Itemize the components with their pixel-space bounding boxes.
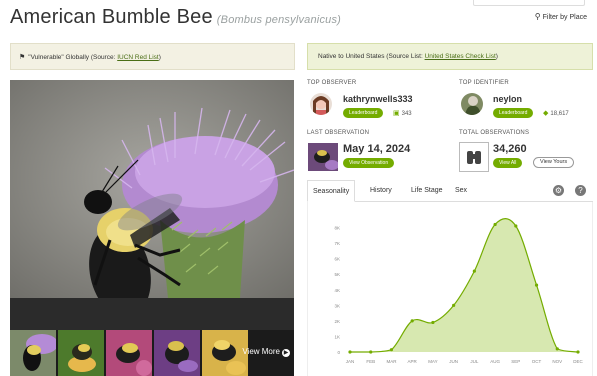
last-observation-thumbnail[interactable] [308,143,338,171]
y-tick-label: 4K [334,288,340,293]
identifier-leaderboard-button[interactable]: Leaderboard [493,108,534,118]
x-tick-label: MAY [428,359,437,364]
data-point-dec[interactable] [576,350,580,354]
identifier-count: ◆ 18,617 [543,109,569,117]
data-point-oct[interactable] [534,283,539,287]
x-tick-label: MAR [386,359,397,364]
data-point-sep[interactable] [514,224,518,228]
x-tick-label: JUN [449,359,458,364]
seasonality-chart: 0 1K 2K 3K 4K 5K 6K 7K 8K JAN FEB MAR APR MAY JUN JUL AU… [307,202,593,376]
thumbnail-1[interactable] [10,330,56,376]
top-identifier-name[interactable]: neylon [493,94,522,104]
search-box-edge[interactable] [473,0,585,6]
tab-seasonality[interactable]: Seasonality [307,180,356,202]
data-point-jun[interactable] [452,303,456,307]
chevron-right-circle-icon: ▶ [282,349,290,357]
top-identifier-heading: Top Identifier [459,80,509,86]
x-tick-label: DEC [573,359,583,364]
x-tick-label: JUL [470,359,478,364]
filter-by-place-label: Filter by Place [542,14,587,21]
chart-tabs: Seasonality History Life Stage Sex ⚙ ? [307,180,593,202]
view-observation-button[interactable]: View Observation [343,158,395,168]
y-tick-label: 3K [334,303,340,308]
data-point-may[interactable] [431,320,435,325]
native-status-banner: Native to United States (Source List: Un… [307,43,593,70]
conservation-status-text: "Vulnerable" Globally (Source: [28,54,118,61]
data-point-aug[interactable] [493,222,497,227]
seasonality-area [350,218,578,352]
data-point-feb[interactable] [369,350,373,354]
native-status-text: Native to United States (Source List: [318,53,425,60]
conservation-status-close: ) [158,54,161,61]
y-tick-label: 8K [334,226,340,231]
y-tick-label: 7K [334,241,340,246]
view-more-photos-link[interactable]: View More ▶ [242,347,290,357]
thumbnail-3[interactable] [106,330,152,376]
observer-leaderboard-button[interactable]: Leaderboard [343,108,384,118]
map-pin-icon: ⚲ [534,12,541,21]
thumbnail-strip: View More ▶ [10,330,294,376]
thumbnail-5[interactable] [202,330,248,376]
x-tick-label: SEP [511,359,520,364]
tab-sex[interactable]: Sex [450,180,472,202]
total-observations-heading: Total Observations [459,130,530,136]
common-name: American Bumble Bee [10,6,213,28]
filter-by-place-button[interactable]: ⚲ Filter by Place [535,12,587,21]
observer-count: ▣ 343 [393,109,412,117]
data-point-jan[interactable] [348,350,352,354]
x-tick-label: APR [408,359,418,364]
iucn-red-list-link[interactable]: IUCN Red List [117,54,159,61]
gear-icon[interactable]: ⚙ [553,185,564,196]
data-point-jul[interactable] [472,269,476,273]
bumble-bee-on-thistle-photo [10,80,294,298]
top-observer-heading: Top Observer [307,80,357,86]
thumbnail-2[interactable] [58,330,104,376]
x-tick-label: NOV [552,359,562,364]
species-title: American Bumble Bee (Bombus pensylvanicus… [10,6,341,29]
conservation-status-banner: ⚑ "Vulnerable" Globally (Source: IUCN Red… [10,43,295,70]
total-observations-count: 34,260 [493,143,527,155]
y-tick-label: 1K [334,334,340,339]
view-all-button[interactable]: View All [493,158,523,168]
top-observer-avatar[interactable] [310,93,332,115]
binoculars-icon [467,151,481,164]
x-tick-label: OCT [532,359,542,364]
top-observer-name[interactable]: kathrynwells333 [343,94,413,104]
tag-icon: ◆ [543,110,549,117]
observer-count-value: 343 [401,111,412,117]
x-tick-label: FEB [366,359,375,364]
total-observations-icon-box [459,142,489,172]
check-list-link[interactable]: United States Check List [425,53,496,60]
scientific-name: (Bombus pensylvanicus) [216,14,342,26]
top-identifier-avatar[interactable] [461,93,483,115]
view-yours-button[interactable]: View Yours [533,157,575,168]
header: American Bumble Bee (Bombus pensylvanicus… [10,0,587,30]
thumbnail-4[interactable] [154,330,200,376]
main-photo[interactable] [10,80,294,298]
view-more-label: View More [242,347,280,356]
data-point-nov[interactable] [555,347,559,351]
y-tick-label: 6K [334,257,340,262]
x-tick-label: JAN [346,359,355,364]
y-tick-label: 2K [334,319,340,324]
seasonality-chart-svg: 0 1K 2K 3K 4K 5K 6K 7K 8K JAN FEB MAR APR MAY JUN JUL AU… [334,218,583,364]
y-tick-label: 0 [337,350,340,355]
data-point-apr[interactable] [410,319,414,323]
flag-icon: ⚑ [19,54,26,61]
help-icon[interactable]: ? [575,185,586,196]
identifier-count-value: 18,617 [550,111,569,117]
binoculars-icon: ▣ [393,110,400,117]
tab-history[interactable]: History [365,180,397,202]
data-point-mar[interactable] [389,348,394,352]
x-tick-label: AUG [490,359,500,364]
tab-life-stage[interactable]: Life Stage [406,180,448,202]
last-observation-date: May 14, 2024 [343,143,411,155]
photo-gallery: View More ▶ [10,80,294,376]
native-status-close: ) [495,53,498,60]
y-tick-label: 5K [334,272,340,277]
last-observation-heading: Last Observation [307,130,370,136]
